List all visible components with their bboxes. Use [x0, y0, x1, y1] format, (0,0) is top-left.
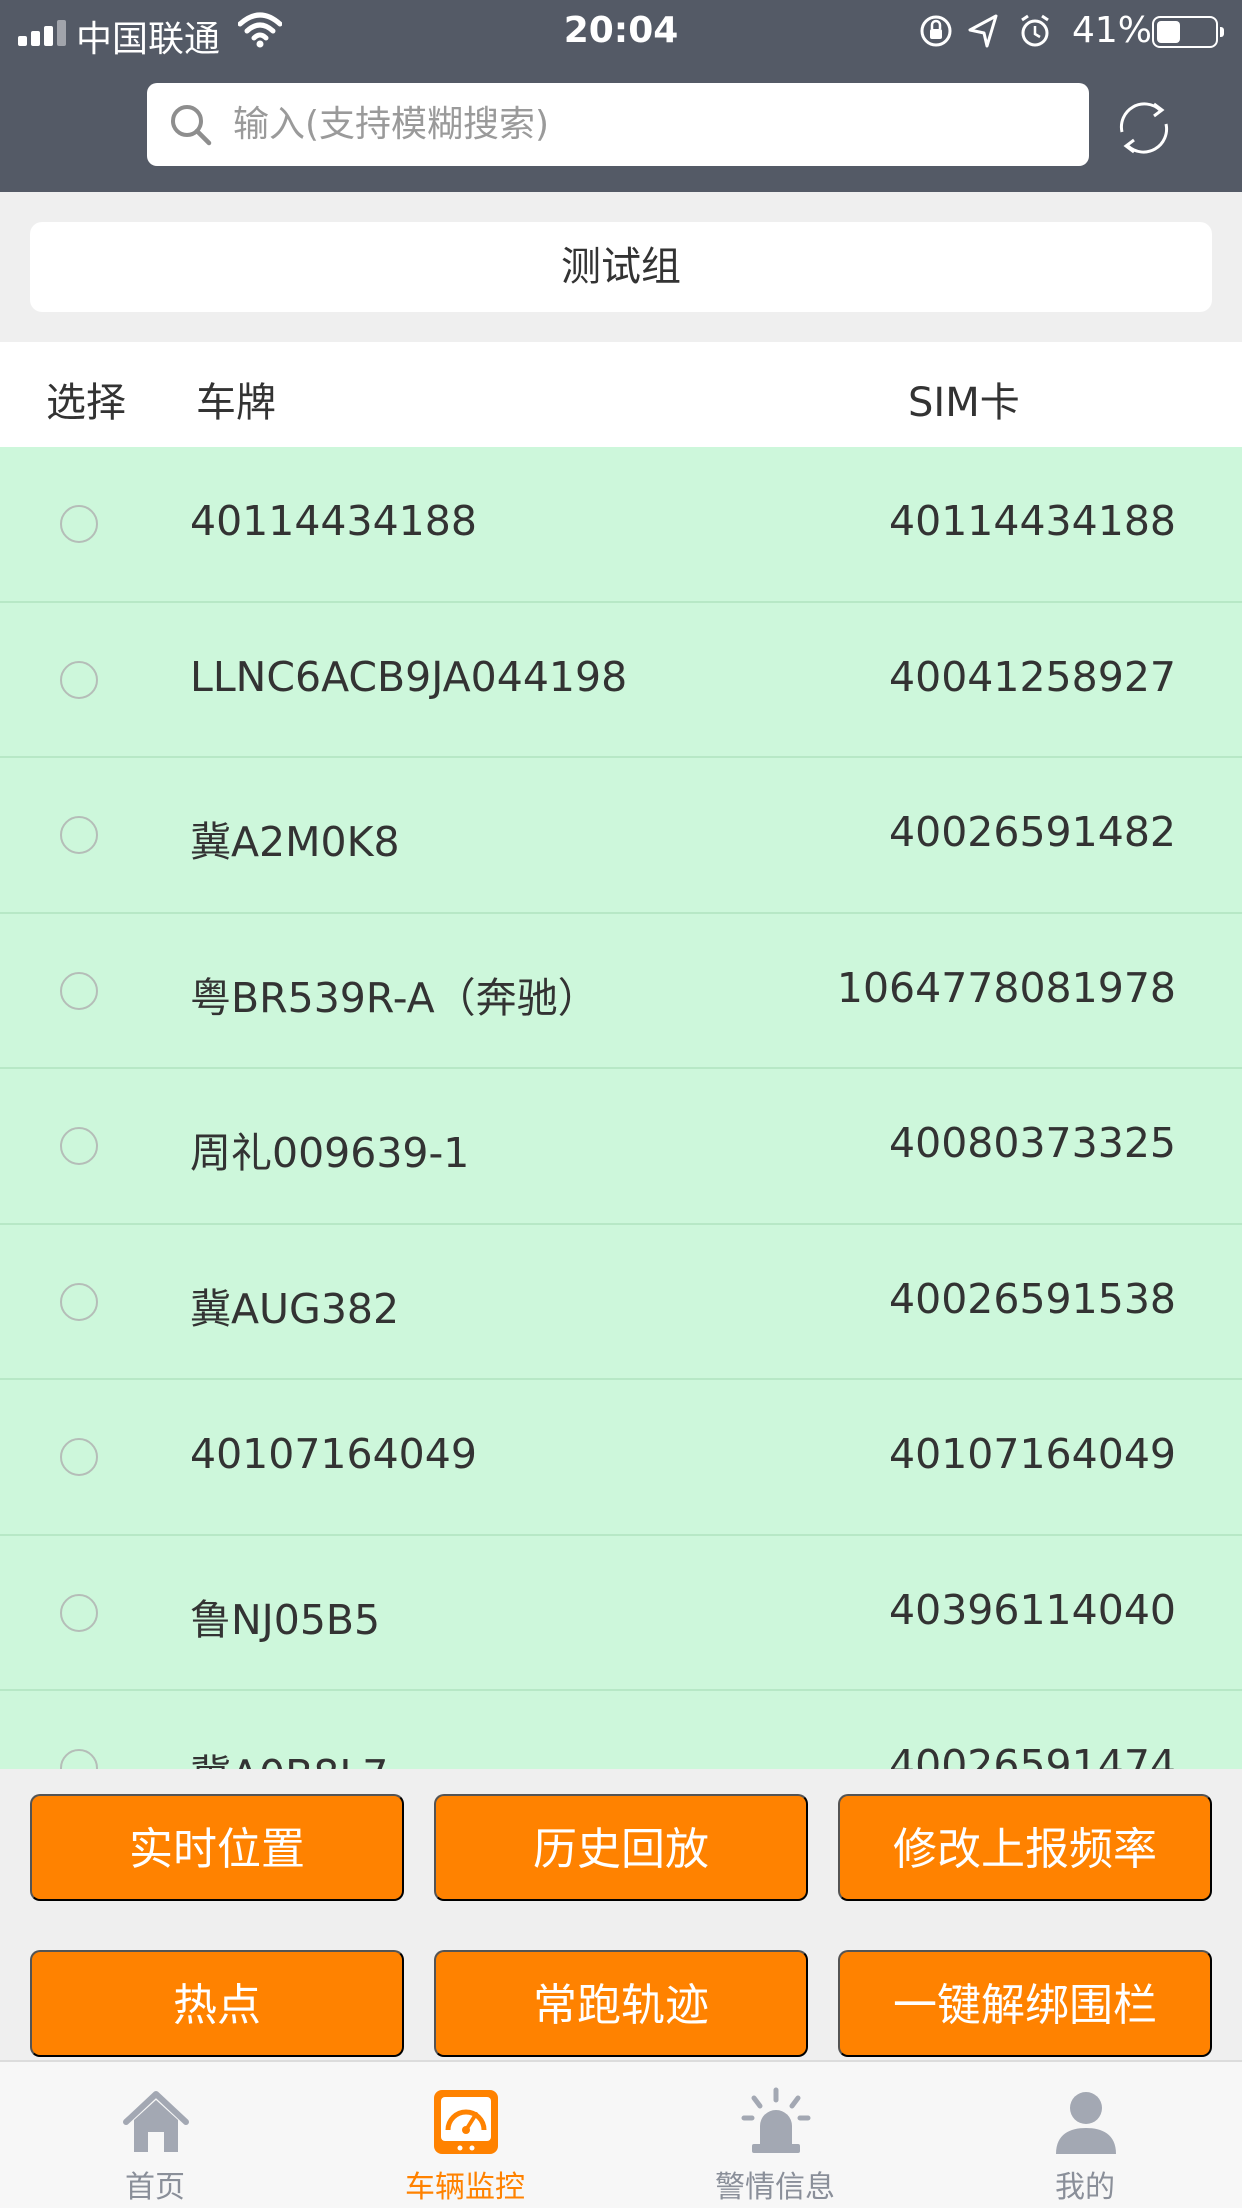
- plate-cell: 冀A0B8L7: [190, 1741, 388, 1769]
- report-rate-button[interactable]: 修改上报频率: [838, 1794, 1212, 1901]
- tab-mine[interactable]: 我的: [930, 2062, 1240, 2208]
- alarm-icon: [741, 2087, 811, 2153]
- tab-alarm-info[interactable]: 警情信息: [620, 2062, 930, 2208]
- sim-cell: 40026591538: [889, 1274, 1176, 1323]
- sim-cell: 40026591474: [889, 1741, 1176, 1769]
- status-bar: 中国联通 20:04 41%: [0, 0, 1242, 62]
- battery-percent: 41%: [1072, 10, 1153, 51]
- group-selector[interactable]: 测试组: [30, 222, 1212, 312]
- sim-cell: 40107164049: [889, 1430, 1176, 1478]
- person-icon: [1056, 2092, 1116, 2154]
- table-row[interactable]: LLNC6ACB9JA044198 40041258927: [0, 603, 1242, 758]
- refresh-icon[interactable]: [1108, 92, 1180, 164]
- tab-label: 车辆监控: [405, 2170, 525, 2205]
- header-plate: 车牌: [196, 380, 276, 426]
- table-row[interactable]: 冀AUG382 40026591538: [0, 1225, 1242, 1380]
- sim-cell: 40114434188: [889, 497, 1176, 545]
- sim-cell: 1064778081978: [836, 963, 1176, 1012]
- action-panel: 实时位置 历史回放 修改上报频率 热点 常跑轨迹 一键解绑围栏: [0, 1769, 1242, 2060]
- tab-vehicle-monitor[interactable]: 车辆监控: [310, 2062, 620, 2208]
- plate-cell: 40114434188: [190, 497, 477, 545]
- hotspot-button[interactable]: 热点: [30, 1950, 404, 2057]
- battery-icon: [1152, 16, 1224, 48]
- alarm-clock-icon: [1021, 14, 1049, 47]
- sim-cell: 40041258927: [889, 652, 1176, 701]
- search-bar[interactable]: [147, 83, 1089, 166]
- search-input[interactable]: [233, 83, 1063, 166]
- select-radio[interactable]: [60, 1282, 98, 1321]
- table-row[interactable]: 冀A0B8L7 40026591474: [0, 1691, 1242, 1769]
- tab-label: 警情信息: [715, 2170, 835, 2205]
- table-row[interactable]: 鲁NJ05B5 40396114040: [0, 1536, 1242, 1691]
- plate-cell: 粤BR539R-A（奔驰）: [190, 973, 599, 1022]
- unbind-fence-button[interactable]: 一键解绑围栏: [838, 1950, 1212, 2057]
- tab-home[interactable]: 首页: [0, 2062, 310, 2208]
- table-header: 选择 车牌 SIM卡: [0, 342, 1242, 447]
- sim-cell: 40396114040: [889, 1585, 1176, 1634]
- select-radio[interactable]: [60, 505, 98, 543]
- search-icon: [171, 105, 212, 146]
- tab-bar: 首页 车辆监控 警情信息 我的: [0, 2060, 1242, 2208]
- select-radio[interactable]: [60, 1749, 98, 1769]
- table-row[interactable]: 周礼009639-1 40080373325: [0, 1069, 1242, 1225]
- select-radio[interactable]: [60, 660, 98, 699]
- plate-cell: 冀AUG382: [190, 1284, 400, 1333]
- orientation-lock-icon: [920, 15, 952, 47]
- select-radio[interactable]: [60, 816, 98, 854]
- select-radio[interactable]: [60, 1127, 98, 1165]
- plate-cell: 40107164049: [190, 1430, 477, 1478]
- plate-cell: LLNC6ACB9JA044198: [190, 652, 628, 701]
- tab-label: 我的: [1055, 2170, 1115, 2205]
- sim-cell: 40080373325: [889, 1119, 1176, 1167]
- table-row[interactable]: 冀A2M0K8 40026591482: [0, 758, 1242, 914]
- table-row[interactable]: 粤BR539R-A（奔驰） 1064778081978: [0, 914, 1242, 1069]
- header-sim: SIM卡: [908, 380, 1020, 426]
- tab-label: 首页: [125, 2170, 185, 2205]
- plate-cell: 鲁NJ05B5: [190, 1595, 381, 1644]
- select-radio[interactable]: [60, 1593, 98, 1632]
- battery-level: [1157, 21, 1180, 43]
- top-header: 中国联通 20:04 41%: [0, 0, 1242, 192]
- home-icon: [123, 2091, 189, 2152]
- status-icons: [920, 14, 1049, 48]
- plate-cell: 周礼009639-1: [190, 1129, 470, 1177]
- monitor-icon: [434, 2090, 498, 2154]
- location-arrow-icon: [968, 14, 998, 48]
- select-radio[interactable]: [60, 1438, 98, 1476]
- vehicle-list[interactable]: 40114434188 40114434188 LLNC6ACB9JA04419…: [0, 447, 1242, 1769]
- sim-cell: 40026591482: [889, 808, 1176, 856]
- realtime-location-button[interactable]: 实时位置: [30, 1794, 404, 1901]
- header-select: 选择: [46, 380, 126, 426]
- select-radio[interactable]: [60, 971, 98, 1010]
- frequent-track-button[interactable]: 常跑轨迹: [434, 1950, 808, 2057]
- history-playback-button[interactable]: 历史回放: [434, 1794, 808, 1901]
- table-row[interactable]: 40114434188 40114434188: [0, 447, 1242, 603]
- table-row[interactable]: 40107164049 40107164049: [0, 1380, 1242, 1536]
- plate-cell: 冀A2M0K8: [190, 818, 400, 866]
